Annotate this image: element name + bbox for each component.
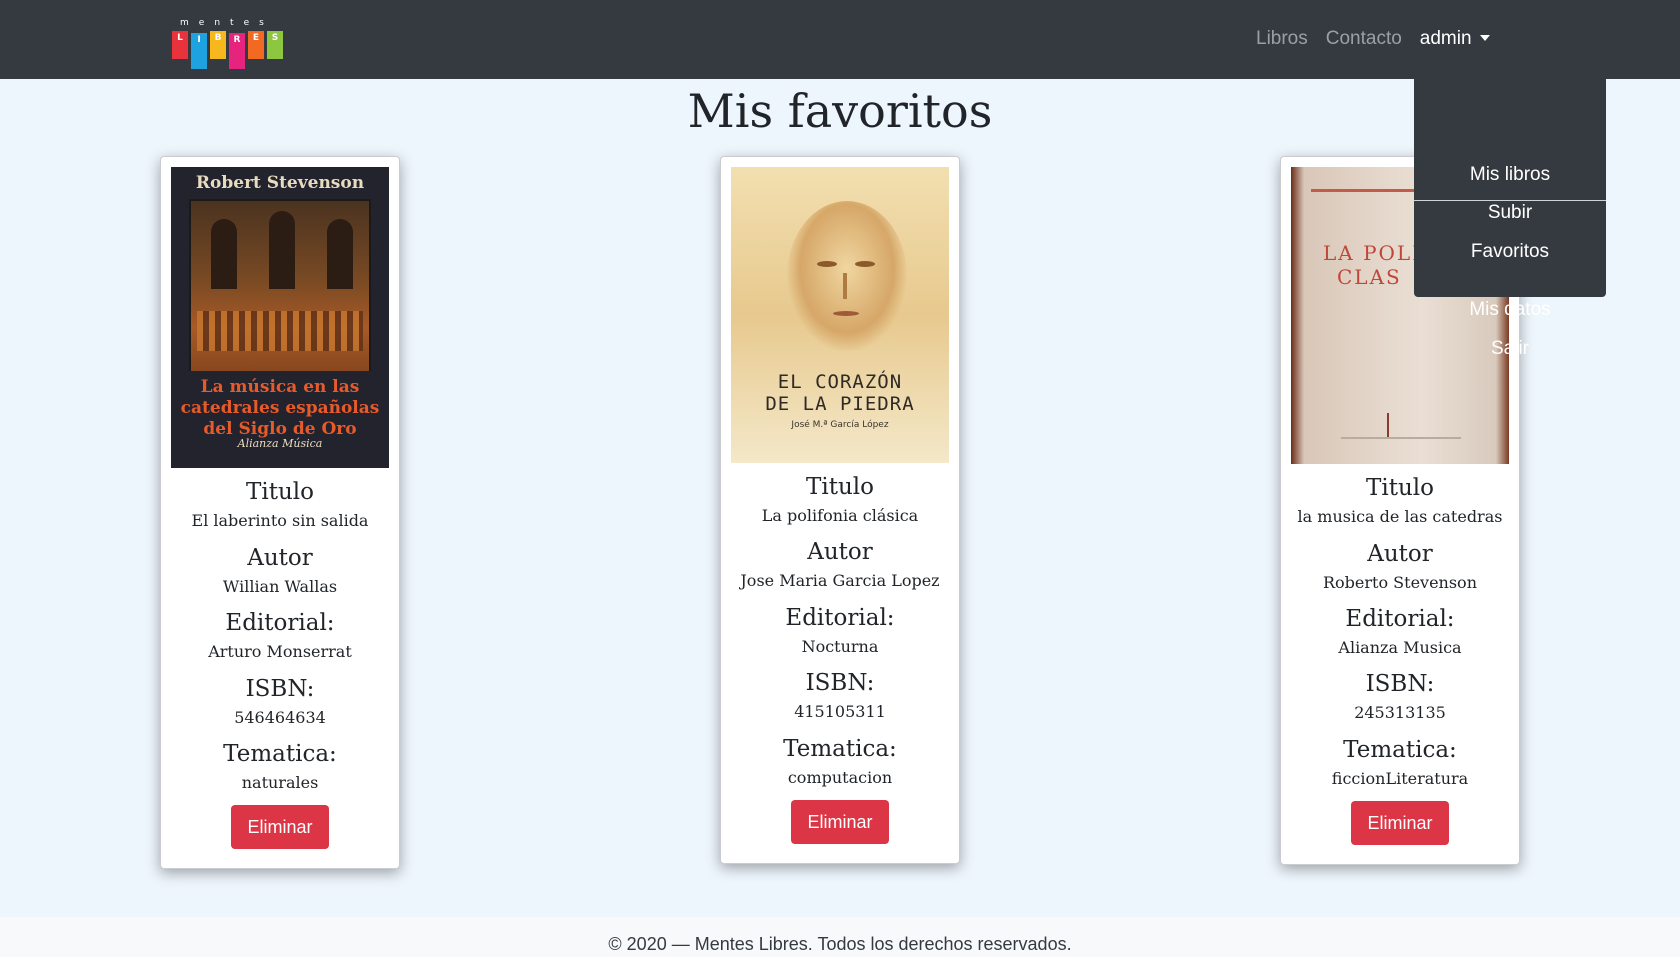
navbar: m e n t e s L I B R E S Libros Contacto … (0, 0, 1680, 79)
footer: © 2020 — Mentes Libres. Todos los derech… (0, 917, 1680, 957)
eliminar-button[interactable]: Eliminar (791, 800, 889, 844)
brand-blocks: L I B R E S (172, 31, 292, 69)
cover-author-text: José M.ª García López (791, 420, 889, 430)
autor-value: Jose Maria Garcia Lopez (740, 571, 940, 590)
isbn-value: 546464634 (234, 708, 326, 727)
editorial-value: Alianza Musica (1338, 638, 1462, 657)
isbn-value: 245313135 (1354, 703, 1446, 722)
titulo-label: Titulo (246, 479, 314, 505)
autor-value: Roberto Stevenson (1322, 573, 1477, 592)
eliminar-button[interactable]: Eliminar (231, 805, 329, 849)
isbn-value: 415105311 (794, 702, 886, 721)
menu-item-subir[interactable]: Subir (1414, 198, 1606, 228)
menu-item-mis-libros[interactable]: Mis libros (1414, 160, 1606, 190)
menu-item-favoritos[interactable]: Favoritos (1414, 237, 1606, 267)
caret-down-icon (1479, 35, 1490, 41)
titulo-value: El laberinto sin salida (191, 511, 369, 530)
tematica-label: Tematica: (1343, 737, 1457, 763)
book-cover-image: EL CORAZÓN DE LA PIEDRA José M.ª García … (731, 167, 949, 463)
tematica-label: Tematica: (783, 736, 897, 762)
isbn-label: ISBN: (245, 676, 315, 702)
editorial-label: Editorial: (785, 605, 895, 631)
nav-link-contacto[interactable]: Contacto (1326, 28, 1402, 50)
cover-publisher-text: Alianza Música (237, 437, 323, 450)
nav-links: Libros Contacto admin (1256, 28, 1490, 50)
titulo-label: Titulo (806, 474, 874, 500)
user-menu-toggle[interactable]: admin (1420, 28, 1490, 50)
menu-divider (1414, 200, 1606, 201)
autor-label: Autor (807, 539, 873, 565)
brand-top-text: m e n t e s (180, 18, 265, 28)
tematica-value: naturales (241, 773, 319, 792)
editorial-label: Editorial: (1345, 606, 1455, 632)
titulo-value: la musica de las catedras (1297, 507, 1503, 526)
nav-link-libros[interactable]: Libros (1256, 28, 1308, 50)
eliminar-button[interactable]: Eliminar (1351, 801, 1449, 845)
titulo-value: La polifonia clásica (761, 506, 919, 525)
book-card: Robert Stevenson La música en las La mús… (160, 156, 400, 869)
cover-artwork (787, 201, 907, 351)
bottom-strip (0, 957, 1680, 968)
editorial-label: Editorial: (225, 610, 335, 636)
book-cover-image: Robert Stevenson La música en las La mús… (171, 167, 389, 468)
editorial-value: Nocturna (801, 637, 879, 656)
footer-copyright: © 2020 — Mentes Libres. Todos los derech… (608, 934, 1072, 954)
autor-label: Autor (247, 545, 313, 571)
menu-item-mis-datos[interactable]: Mis datos (1414, 295, 1606, 325)
tematica-value: computacion (787, 768, 893, 787)
isbn-label: ISBN: (805, 670, 875, 696)
autor-value: Willian Wallas (222, 577, 338, 596)
cover-title-text: EL CORAZÓN DE LA PIEDRA (765, 371, 915, 415)
tematica-value: ficcionLiteratura (1331, 769, 1469, 788)
user-name: admin (1419, 28, 1472, 49)
isbn-label: ISBN: (1365, 671, 1435, 697)
editorial-value: Arturo Monserrat (208, 642, 352, 661)
menu-item-salir[interactable]: Salir (1414, 334, 1606, 364)
autor-label: Autor (1367, 541, 1433, 567)
cover-author-text: Robert Stevenson (195, 173, 365, 193)
tematica-label: Tematica: (223, 741, 337, 767)
titulo-label: Titulo (1366, 475, 1434, 501)
user-dropdown-menu: Mis libros Subir Favoritos Mis datos Sal… (1414, 79, 1606, 359)
book-card: EL CORAZÓN DE LA PIEDRA José M.ª García … (720, 156, 960, 864)
brand-logo[interactable]: m e n t e s L I B R E S (172, 18, 292, 69)
